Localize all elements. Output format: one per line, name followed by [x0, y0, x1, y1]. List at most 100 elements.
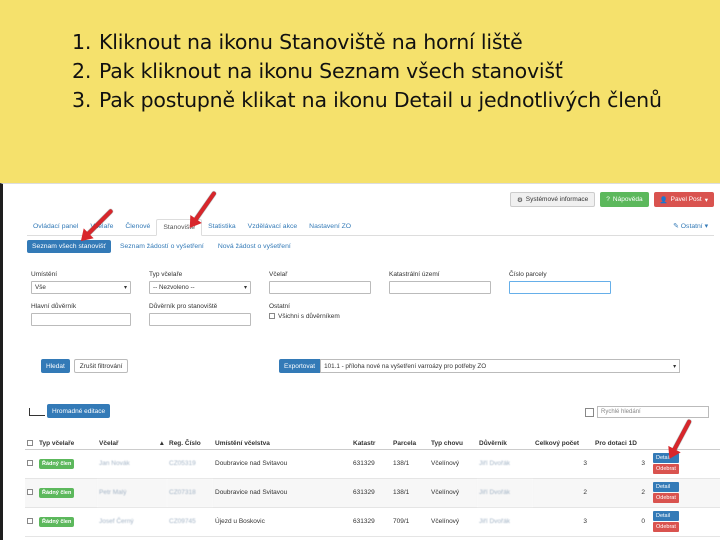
cell-katastr: 631329 [351, 478, 391, 508]
col-umisteni[interactable]: Umístění včelstva [213, 427, 351, 450]
odebrat-button[interactable]: Odebrat [653, 522, 679, 532]
main-nav: Ovládací panel Včelaře Členové Stanovišt… [27, 218, 714, 236]
cell-umisteni: Újezd u Boskovic [213, 507, 351, 537]
row-checkbox[interactable] [27, 518, 33, 525]
question-icon: ? [606, 196, 610, 203]
table-row: Řádný člen Petr Malý CZ07318 Doubravice … [25, 478, 720, 508]
cell-duvernik: Jiří Dvořák [477, 478, 533, 508]
hromadne-editace-wrap: Hromadné editace [47, 404, 111, 418]
help-button[interactable]: ? Nápověda [600, 192, 649, 207]
detail-button[interactable]: Detail [653, 482, 679, 492]
cislo-parcely-input[interactable] [509, 281, 611, 294]
col-parcela[interactable]: Parcela [391, 427, 429, 450]
cell-katastr: 631329 [351, 449, 391, 479]
filter-hlavni-duvernik: Hlavní důvěrník [31, 303, 131, 326]
table-row: Řádný člen Jan Novák CZ05319 Doubravice … [25, 449, 720, 479]
col-vcelar[interactable]: Včelař ▲ [97, 427, 167, 450]
filter-cislo-parcely: Číslo parcely [509, 271, 611, 294]
duvernik-stanoviste-input[interactable] [149, 313, 251, 326]
odebrat-button[interactable]: Odebrat [653, 493, 679, 503]
instruction-step: 2. Pak kliknout na ikonu Seznam všech sta… [72, 59, 563, 83]
export-select[interactable]: 101.1 - příloha nové na vyšetření varroá… [320, 359, 681, 373]
tab-statistika[interactable]: Statistika [202, 223, 242, 235]
chevron-down-icon: ▾ [243, 285, 247, 291]
user-menu-button[interactable]: 👤 Pavel Post ▾ [653, 192, 714, 207]
seznam-vsech-stanovist-button[interactable]: Seznam všech stanovišť [27, 240, 111, 253]
cell-chov: Včelínový [429, 478, 477, 508]
cell-reg: CZ05319 [167, 449, 213, 479]
col-pro-dotaci[interactable]: Pro dotaci 1D [593, 427, 651, 450]
hromadne-editace-button[interactable]: Hromadné editace [47, 404, 111, 418]
cell-duvernik: Jiří Dvořák [477, 449, 533, 479]
col-typ-vcelare[interactable]: Typ včelaře [37, 427, 97, 450]
corner-arrow-icon [29, 408, 45, 416]
user-icon: 👤 [659, 196, 668, 204]
filter-katastralni-uzemi: Katastrální území [389, 271, 491, 294]
select-all-checkbox[interactable] [585, 407, 594, 417]
quick-search: Rychlé hledání [585, 406, 709, 418]
odebrat-button[interactable]: Odebrat [653, 464, 679, 474]
instruction-step: 3. Pak postupně klikat na ikonu Detail u … [72, 88, 662, 112]
instruction-list: 1. Kliknout na ikonu Stanoviště na horní … [72, 28, 712, 115]
cell-reg: CZ07318 [167, 478, 213, 508]
cell-dotace: 3 [593, 449, 651, 479]
filter-duvernik-stanoviste: Důvěrník pro stanoviště [149, 303, 251, 326]
katastralni-uzemi-input[interactable] [389, 281, 491, 294]
typ-vcelare-select[interactable]: -- Nezvoleno -- ▾ [149, 281, 251, 294]
cell-dotace: 2 [593, 478, 651, 508]
app-screenshot: ⚙ Systémové informace ? Nápověda 👤 Pavel Po… [0, 183, 720, 540]
sub-nav: Seznam všech stanovišť Seznam žádostí o … [27, 240, 296, 253]
umisteni-select[interactable]: Vše ▾ [31, 281, 131, 294]
quick-search-input[interactable]: Rychlé hledání [597, 406, 709, 418]
tab-nastaveni-zo[interactable]: Nastavení ZO [303, 223, 357, 235]
stanoviste-table: Typ včelaře Včelař ▲ Reg. Číslo Umístění… [25, 427, 720, 537]
col-reg-cislo[interactable]: Reg. Číslo [167, 427, 213, 450]
chevron-down-icon: ▾ [704, 196, 708, 204]
cell-reg: CZ09745 [167, 507, 213, 537]
filter-typ-vcelare: Typ včelaře -- Nezvoleno -- ▾ [149, 271, 251, 294]
nova-zadost-button[interactable]: Nová žádost o vyšetření [213, 240, 296, 253]
cell-umisteni: Doubravice nad Svitavou [213, 478, 351, 508]
tab-vzdelavaci-akce[interactable]: Vzdělávací akce [242, 223, 304, 235]
cell-vcelar[interactable]: Petr Malý [97, 478, 167, 508]
tab-clenove[interactable]: Členové [119, 223, 156, 235]
cell-celkem: 2 [533, 478, 593, 508]
col-duvernik[interactable]: Důvěrník [477, 427, 533, 450]
hledat-button[interactable]: Hledat [41, 359, 70, 373]
col-celkovy-pocet[interactable]: Celkový počet [533, 427, 593, 450]
gear-icon: ⚙ [516, 196, 523, 204]
chevron-down-icon: ▾ [123, 285, 127, 291]
export-group: Exportovat 101.1 - příloha nové na vyšet… [279, 359, 681, 373]
vcelar-input[interactable] [269, 281, 371, 294]
cell-chov: Včelínový [429, 507, 477, 537]
cell-parcela: 709/1 [391, 507, 429, 537]
instruction-step: 1. Kliknout na ikonu Stanoviště na horní … [72, 30, 523, 54]
wrench-icon: ✎ [673, 223, 681, 230]
table-header: Typ včelaře Včelař ▲ Reg. Číslo Umístění… [25, 427, 720, 450]
hlavni-duvernik-input[interactable] [31, 313, 131, 326]
cell-umisteni: Doubravice nad Svitavou [213, 449, 351, 479]
header-checkbox[interactable] [27, 439, 33, 446]
exportovat-button[interactable]: Exportovat [279, 359, 321, 373]
chevron-down-icon: ▾ [673, 364, 677, 370]
status-badge: Řádný člen [39, 458, 75, 469]
filter-buttons: Hledat Zrušit filtrování [41, 359, 129, 373]
sort-icon: ▲ [158, 439, 165, 447]
tab-ovladaci-panel[interactable]: Ovládací panel [27, 223, 84, 235]
tab-ostatni[interactable]: ✎ Ostatní ▾ [667, 222, 714, 235]
col-typ-chovu[interactable]: Typ chovu [429, 427, 477, 450]
table-row: Řádný člen Josef Černý CZ09745 Újezd u B… [25, 507, 720, 537]
seznam-zadosti-button[interactable]: Seznam žádostí o vyšetření [115, 240, 209, 253]
row-checkbox[interactable] [27, 460, 33, 467]
zrusit-filtrovani-button[interactable]: Zrušit filtrování [73, 359, 129, 373]
system-info-button[interactable]: ⚙ Systémové informace [509, 192, 596, 207]
cell-vcelar[interactable]: Jan Novák [97, 449, 167, 479]
detail-button[interactable]: Detail [653, 511, 679, 521]
vsichni-s-duvernikem-checkbox[interactable]: Všichni s důvěrníkem [269, 313, 409, 320]
col-katastr[interactable]: Katastr [351, 427, 391, 450]
cell-duvernik: Jiří Dvořák [477, 507, 533, 537]
cell-vcelar[interactable]: Josef Černý [97, 507, 167, 537]
cell-parcela: 138/1 [391, 478, 429, 508]
filter-umisteni: Umístění Vše ▾ [31, 271, 131, 294]
row-checkbox[interactable] [27, 489, 33, 496]
